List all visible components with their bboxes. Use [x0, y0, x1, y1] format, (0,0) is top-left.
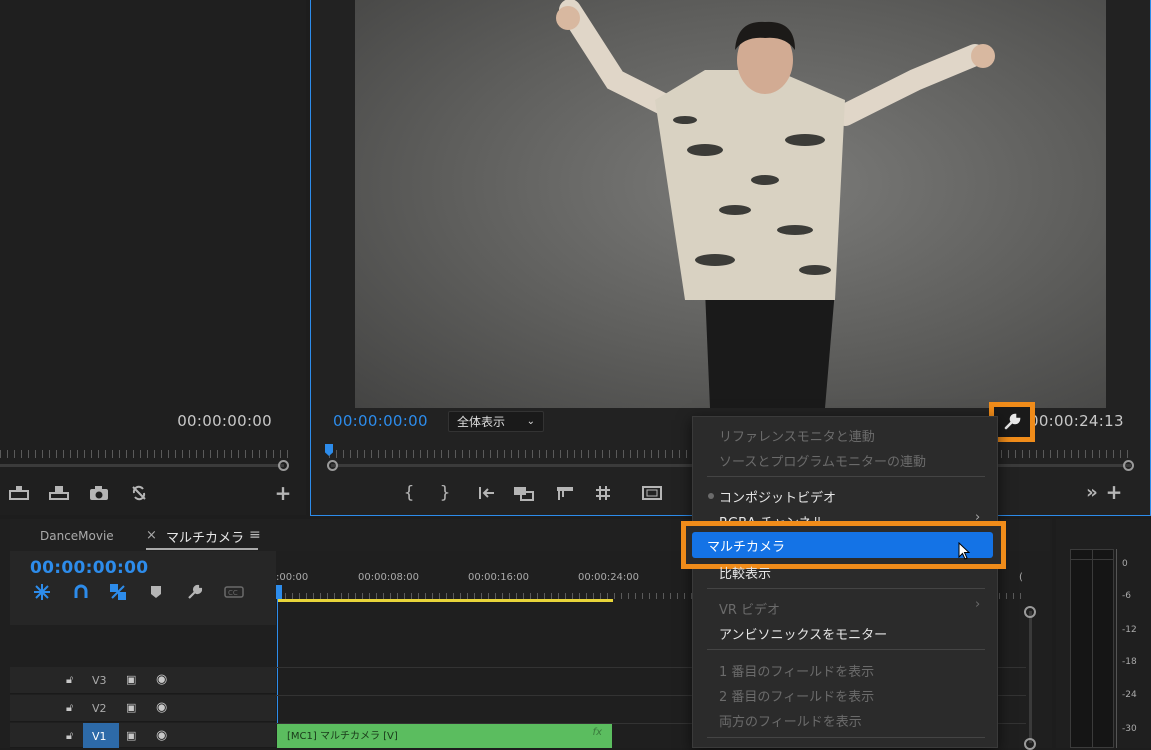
menu-item-comparison-view[interactable]: 比較表示 [719, 563, 771, 582]
menu-item-vr-video[interactable]: VR ビデオ [719, 599, 780, 618]
program-timecode-duration: 00:00:24:13 [1029, 412, 1124, 430]
timeline-vscroll-handle-bottom[interactable] [1024, 738, 1036, 750]
wrench-icon[interactable] [186, 583, 204, 601]
safe-margins-icon[interactable] [641, 484, 663, 502]
cursor-icon [958, 541, 971, 564]
sync-icon[interactable]: ▣ [126, 701, 136, 714]
menu-separator [707, 588, 985, 589]
add-button-icon[interactable]: + [274, 481, 292, 505]
meter-tick: -18 [1122, 657, 1137, 667]
track-v3[interactable]: 🔓︎ V3 ▣ ◉ [10, 667, 276, 694]
menu-item-multicam[interactable]: マルチカメラ [707, 536, 785, 555]
snap-icon[interactable] [32, 583, 52, 601]
meter-tick: -24 [1122, 690, 1137, 700]
tab-multicam[interactable]: マルチカメラ [166, 527, 244, 546]
panel-menu-icon[interactable]: ≡ [249, 527, 261, 543]
work-area-bar[interactable] [278, 599, 613, 602]
meter-tick: 0 [1122, 559, 1128, 569]
track-name: V2 [92, 702, 107, 715]
menu-item-first-field[interactable]: 1 番目のフィールドを表示 [719, 661, 874, 680]
lock-icon[interactable]: 🔓︎ [66, 701, 73, 715]
add-button-icon[interactable]: + [1105, 480, 1123, 504]
captions-icon[interactable]: CC [224, 584, 244, 600]
zoom-select-value: 全体表示 [457, 415, 506, 429]
source-monitor: 00:00:00:00 + [0, 0, 306, 515]
dancer-image [556, 0, 995, 408]
eye-icon[interactable]: ◉ [156, 728, 167, 743]
program-timecode-in[interactable]: 00:00:00:00 [333, 412, 428, 430]
menu-item-link-source-program[interactable]: ソースとプログラムモニターの連動 [719, 451, 926, 470]
lock-icon[interactable]: 🔓︎ [66, 729, 73, 743]
linked-selection-icon[interactable] [108, 583, 128, 601]
add-marker-icon[interactable] [148, 584, 164, 600]
mark-in-icon[interactable]: { [401, 483, 417, 503]
program-scroll-handle-left[interactable] [327, 460, 338, 471]
ruler-tick-label: ( [1019, 572, 1023, 583]
eye-icon[interactable]: ◉ [156, 672, 167, 687]
sync-icon[interactable]: ▣ [126, 673, 136, 686]
menu-item-ambisonics[interactable]: アンビソニックスをモニター [719, 624, 887, 643]
eye-icon[interactable]: ◉ [156, 700, 167, 715]
ruler-tick-label: 00:00:08:00 [358, 572, 420, 583]
meter-tick: -6 [1122, 591, 1131, 601]
menu-item-link-reference-monitor[interactable]: リファレンスモニタと連動 [719, 426, 875, 445]
export-frame-icon[interactable] [88, 484, 110, 502]
timeline-vscroll-handle-top[interactable] [1024, 606, 1036, 618]
timeline-timecode[interactable]: 00:00:00:00 [30, 558, 148, 578]
close-tab-icon[interactable]: × [146, 528, 157, 543]
source-scrollbar[interactable] [0, 464, 284, 467]
menu-item-both-fields[interactable]: 両方のフィールドを表示 [719, 711, 862, 730]
comparison-icon[interactable] [128, 484, 150, 502]
tab-dancemovie[interactable]: DanceMovie [40, 529, 114, 543]
meter-tick: -30 [1122, 724, 1137, 734]
menu-item-composite-video[interactable]: コンポジットビデオ [719, 487, 836, 506]
meter-scale [1116, 549, 1117, 748]
menu-separator [707, 649, 985, 650]
timeline-playhead[interactable] [276, 585, 282, 599]
track-v1[interactable]: 🔓︎ V1 ▣ ◉ [10, 723, 276, 748]
tab-active-underline [146, 548, 258, 550]
check-dot-icon [708, 493, 714, 499]
chevron-down-icon: ⌄ [526, 416, 535, 427]
track-name: V1 [92, 730, 107, 743]
program-scroll-handle-right[interactable] [1123, 460, 1134, 471]
ruler-tick-label: 00:00:16:00 [468, 572, 530, 583]
menu-separator [707, 476, 985, 477]
meter-divider [1092, 549, 1093, 748]
menu-item-multicam-highlight[interactable]: マルチカメラ [681, 521, 1006, 569]
audio-meter-panel: 0 -6 -12 -18 -24 -30 [1056, 519, 1151, 748]
meter-tick: -12 [1122, 625, 1137, 635]
zoom-select[interactable]: 全体表示 ⌄ [448, 411, 544, 432]
extract-icon[interactable] [48, 484, 70, 502]
ruler-tick-label: 00:00:24:00 [578, 572, 640, 583]
fx-badge: fx [592, 727, 602, 738]
track-name: V3 [92, 674, 107, 687]
meter-peak-line [1070, 559, 1114, 560]
monitor-settings-menu: リファレンスモニタと連動 ソースとプログラムモニターの連動 コンポジットビデオ … [681, 416, 1006, 748]
ruler-tick-label: :00:00 [276, 572, 309, 583]
insert-icon[interactable] [513, 484, 535, 502]
source-timecode: 00:00:00:00 [177, 412, 272, 430]
magnet-icon[interactable] [71, 583, 91, 601]
source-scroll-handle[interactable] [278, 460, 289, 471]
video-frame [355, 0, 1106, 408]
mark-out-icon[interactable]: } [437, 483, 453, 503]
more-icon[interactable]: » [1083, 482, 1101, 503]
clip-mc1[interactable]: [MC1] マルチカメラ [V] fx [277, 724, 612, 748]
source-ruler[interactable] [0, 450, 290, 458]
sync-icon[interactable]: ▣ [126, 729, 136, 742]
overwrite-icon[interactable] [555, 484, 575, 502]
timeline-vscroll-track[interactable] [1029, 611, 1032, 743]
go-to-in-icon[interactable] [477, 484, 497, 502]
svg-text:CC: CC [228, 589, 238, 597]
trim-icon[interactable] [593, 484, 613, 502]
lock-icon[interactable]: 🔓︎ [66, 673, 73, 687]
menu-separator [707, 737, 985, 738]
lift-icon[interactable] [8, 484, 30, 502]
menu-item-second-field[interactable]: 2 番目のフィールドを表示 [719, 686, 874, 705]
clip-label: [MC1] マルチカメラ [V] [287, 731, 398, 742]
submenu-arrow-icon: › [975, 597, 981, 612]
track-v2[interactable]: 🔓︎ V2 ▣ ◉ [10, 695, 276, 722]
